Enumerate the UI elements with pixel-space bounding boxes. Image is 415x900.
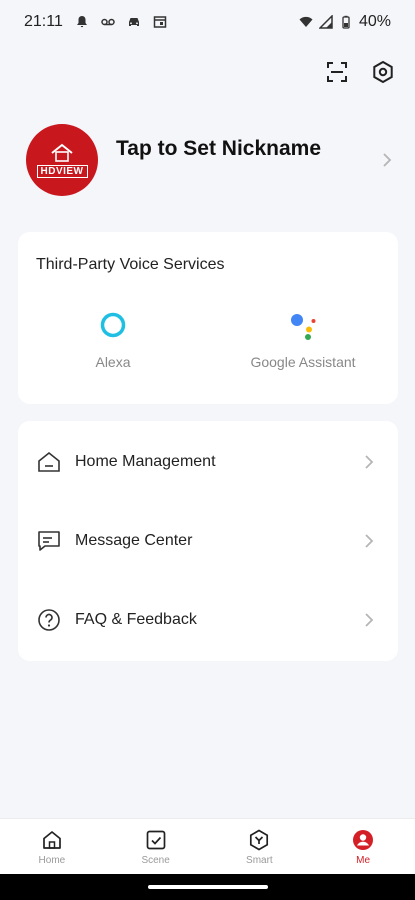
status-bar: 21:11 40% [0,0,415,44]
voice-item-google-assistant[interactable]: Google Assistant [213,310,393,370]
tab-label: Me [356,854,371,866]
bell-icon [75,15,89,29]
voice-services-title: Third-Party Voice Services [36,256,225,273]
voice-label-google-assistant: Google Assistant [250,354,356,370]
profile-row[interactable]: HDVIEW Tap to Set Nickname [26,124,396,196]
tab-home[interactable]: Home [0,819,104,875]
me-tab-icon [353,829,374,850]
menu-item-message-center[interactable]: Message Center [18,509,398,573]
bottom-tab-bar: Home Scene Smart Me [0,818,415,875]
home-outline-icon [38,451,60,472]
smart-tab-icon [250,829,269,850]
message-icon [38,531,60,551]
wifi-icon [299,15,313,29]
help-icon [38,609,60,631]
signal-icon [318,15,333,29]
tab-label: Smart [246,854,273,866]
avatar-brand: HDVIEW [36,164,88,178]
voice-label-alexa: Alexa [95,354,131,370]
status-left: 21:11 [24,13,167,31]
tab-scene[interactable]: Scene [104,819,208,875]
menu-label: FAQ & Feedback [75,611,197,628]
status-right: 40% [299,13,391,31]
voice-item-alexa[interactable]: Alexa [23,310,203,370]
tab-label: Home [38,854,66,866]
menu-item-home-management[interactable]: Home Management [18,430,398,494]
scene-tab-icon [146,830,165,849]
battery-percent: 40% [358,13,391,30]
home-indicator[interactable] [148,885,268,889]
voicemail-icon [101,15,115,29]
alexa-icon [100,312,126,338]
scan-icon[interactable] [325,60,349,84]
nickname-label[interactable]: Tap to Set Nickname [116,137,321,161]
calendar-icon [153,15,167,29]
header-actions [325,60,395,84]
chevron-right-icon [365,534,374,548]
menu-label: Home Management [75,453,216,470]
tab-smart[interactable]: Smart [208,819,312,875]
chevron-right-icon [365,613,374,627]
chevron-right-icon [365,455,374,469]
settings-icon[interactable] [371,60,395,84]
menu-card: Home Management Message Center FAQ & Fee… [18,421,398,661]
menu-label: Message Center [75,532,193,549]
home-tab-icon [43,830,61,849]
status-time: 21:11 [24,13,63,30]
car-icon [127,15,141,29]
chevron-right-icon [383,153,392,167]
system-nav-bar [0,874,415,900]
battery-icon [339,15,353,29]
avatar: HDVIEW [26,124,98,196]
tab-me[interactable]: Me [311,819,415,875]
google-assistant-icon [291,314,316,340]
tab-label: Scene [141,854,170,866]
menu-item-faq-feedback[interactable]: FAQ & Feedback [18,588,398,652]
brand-house-icon [51,143,73,162]
voice-services-card: Third-Party Voice Services Alexa Google … [18,232,398,404]
